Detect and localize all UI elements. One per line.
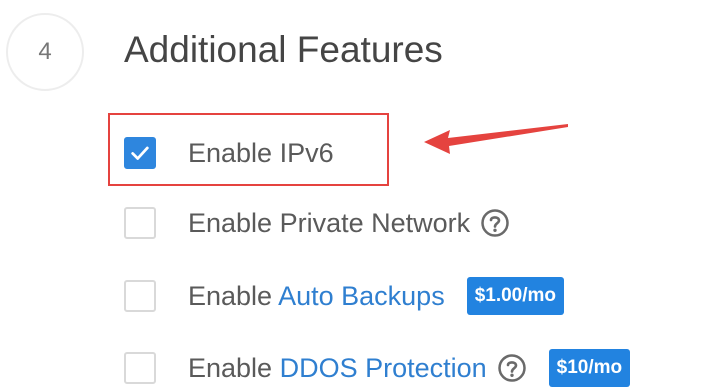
help-circle-icon[interactable] [497, 353, 527, 383]
help-circle-icon[interactable] [480, 208, 510, 238]
checkmark-icon [131, 146, 149, 160]
ddos-protection-price-badge: $10/mo [548, 349, 631, 387]
option-enable-ipv6[interactable]: Enable IPv6 [124, 133, 334, 173]
option-enable-private-network[interactable]: Enable Private Network [124, 203, 510, 243]
ipv6-checkbox[interactable] [124, 137, 156, 169]
auto-backups-prefix: Enable [188, 281, 279, 311]
ddos-protection-checkbox[interactable] [124, 352, 156, 384]
auto-backups-price-badge: $1.00/mo [466, 277, 565, 315]
step-number-badge: 4 [6, 13, 84, 91]
ddos-protection-link[interactable]: DDOS Protection [280, 353, 487, 383]
option-enable-ddos-protection[interactable]: Enable DDOS Protection $10/mo [124, 348, 631, 388]
ddos-protection-prefix: Enable [188, 353, 280, 383]
additional-features-section: 4 Additional Features Enable IPv6 Enable… [0, 0, 715, 390]
option-enable-auto-backups[interactable]: Enable Auto Backups $1.00/mo [124, 276, 565, 316]
ipv6-label: Enable IPv6 [188, 138, 334, 168]
private-network-checkbox[interactable] [124, 207, 156, 239]
step-number: 4 [38, 38, 52, 65]
auto-backups-checkbox[interactable] [124, 280, 156, 312]
private-network-label: Enable Private Network [188, 208, 471, 238]
ddos-protection-label: Enable DDOS Protection [188, 351, 487, 385]
auto-backups-link[interactable]: Auto Backups [278, 281, 445, 311]
section-title: Additional Features [124, 29, 443, 70]
annotation-arrow-icon [424, 124, 568, 154]
auto-backups-label: Enable Auto Backups [188, 279, 445, 313]
